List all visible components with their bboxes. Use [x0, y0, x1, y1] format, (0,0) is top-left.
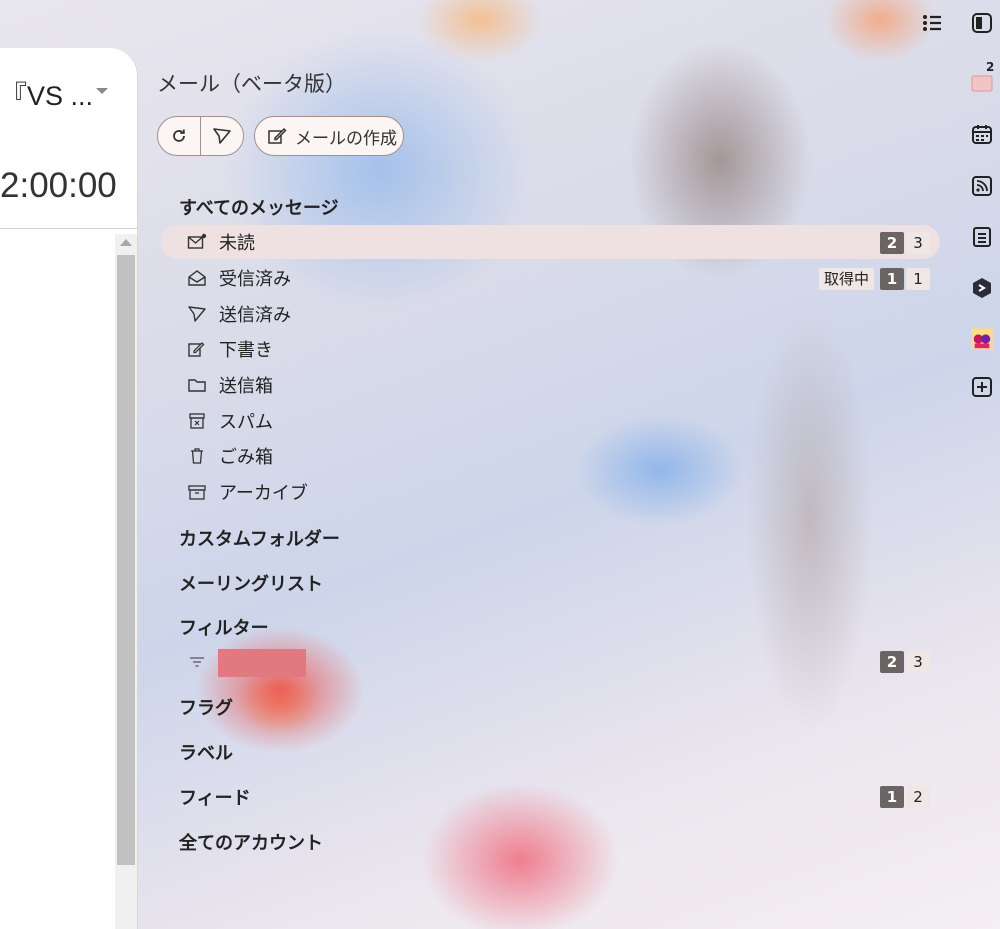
- folder-outbox[interactable]: 送信箱: [161, 368, 940, 402]
- translate-icon[interactable]: [971, 277, 993, 299]
- folder-label: 受信済み: [219, 269, 291, 290]
- inbox-counts: 取得中 1 1: [818, 268, 930, 290]
- section-mailing-list[interactable]: メーリングリスト: [179, 570, 323, 596]
- folder-label: スパム: [219, 412, 273, 433]
- spam-icon: [187, 411, 207, 431]
- folder-trash[interactable]: ごみ箱: [161, 439, 940, 473]
- mail-unread-icon: [187, 232, 207, 252]
- total-count: 3: [906, 651, 930, 673]
- section-custom-folders[interactable]: カスタムフォルダー: [179, 525, 340, 551]
- archive-icon: [187, 482, 207, 502]
- edit-icon: [187, 339, 207, 359]
- feeds-counts: 1 2: [880, 786, 930, 808]
- mail-icon[interactable]: [971, 72, 993, 94]
- folder-unread[interactable]: 未読 2 3: [161, 225, 940, 259]
- total-count: 1: [906, 268, 930, 290]
- mail-badge: 2: [986, 60, 995, 74]
- mail-action-group: [157, 116, 244, 156]
- list-icon[interactable]: [921, 12, 943, 34]
- section-filters[interactable]: フィルター: [179, 614, 269, 640]
- compose-label: メールの作成: [295, 128, 397, 149]
- unread-count: 1: [880, 786, 904, 808]
- filter-item[interactable]: 2 3: [161, 644, 940, 678]
- chevron-down-icon[interactable]: [96, 88, 108, 94]
- send-icon: [213, 128, 231, 144]
- avatar-icon[interactable]: [971, 328, 993, 350]
- folder-label: 下書き: [219, 340, 273, 361]
- section-flags[interactable]: フラグ: [179, 694, 233, 720]
- compose-icon: [268, 127, 287, 144]
- calendar-icon[interactable]: [971, 123, 993, 145]
- filter-icon: [188, 654, 206, 673]
- refresh-button[interactable]: [158, 117, 200, 155]
- section-labels[interactable]: ラベル: [179, 739, 233, 765]
- mail-panel: メール（ベータ版） メールの作成 すべてのメッセージ 未読 2 3 受信済み 取…: [140, 0, 960, 929]
- folder-label: 送信箱: [219, 376, 273, 397]
- mail-open-icon: [187, 268, 207, 288]
- section-feeds[interactable]: フィード: [179, 784, 251, 810]
- unread-counts: 2 3: [880, 232, 930, 254]
- panel-title: メール（ベータ版）: [157, 72, 346, 96]
- folder-label: ごみ箱: [219, 447, 273, 468]
- folder-sent[interactable]: 送信済み: [161, 297, 940, 331]
- compose-button[interactable]: メールの作成: [254, 116, 404, 156]
- send-icon: [187, 304, 207, 324]
- refresh-icon: [173, 129, 185, 142]
- unread-count: 2: [880, 651, 904, 673]
- total-count: 2: [906, 786, 930, 808]
- left-window-title[interactable]: 『VS ...: [0, 74, 93, 113]
- unread-count: 2: [880, 232, 904, 254]
- panel-toggle-icon[interactable]: [971, 12, 993, 34]
- left-window: 『VS ... 2:00:00: [0, 48, 138, 929]
- left-window-time: 2:00:00: [0, 166, 117, 205]
- folder-label: 送信済み: [219, 305, 291, 326]
- filter-counts: 2 3: [880, 651, 930, 673]
- folder-label: アーカイブ: [219, 483, 308, 504]
- folder-icon: [187, 375, 207, 395]
- feed-icon[interactable]: [971, 175, 993, 197]
- right-sidebar: 2: [923, 0, 1000, 929]
- unread-count: 1: [880, 268, 904, 290]
- section-all-accounts[interactable]: 全てのアカウント: [179, 829, 323, 855]
- add-panel-icon[interactable]: [971, 376, 993, 398]
- divider: [0, 228, 138, 229]
- fetching-status: 取得中: [818, 268, 874, 290]
- notes-icon[interactable]: [971, 226, 993, 248]
- folder-label: 未読: [219, 233, 255, 254]
- folder-inbox[interactable]: 受信済み 取得中 1 1: [161, 261, 940, 295]
- scrollbar-thumb[interactable]: [117, 255, 135, 865]
- send-receive-button[interactable]: [200, 117, 243, 155]
- redacted-filter-name: [218, 649, 306, 677]
- scroll-up-arrow[interactable]: [120, 239, 132, 246]
- total-count: 3: [906, 232, 930, 254]
- folder-drafts[interactable]: 下書き: [161, 332, 940, 366]
- folder-archive[interactable]: アーカイブ: [161, 475, 940, 509]
- folder-spam[interactable]: スパム: [161, 404, 940, 438]
- trash-icon: [187, 446, 207, 466]
- section-all-messages[interactable]: すべてのメッセージ: [179, 194, 339, 220]
